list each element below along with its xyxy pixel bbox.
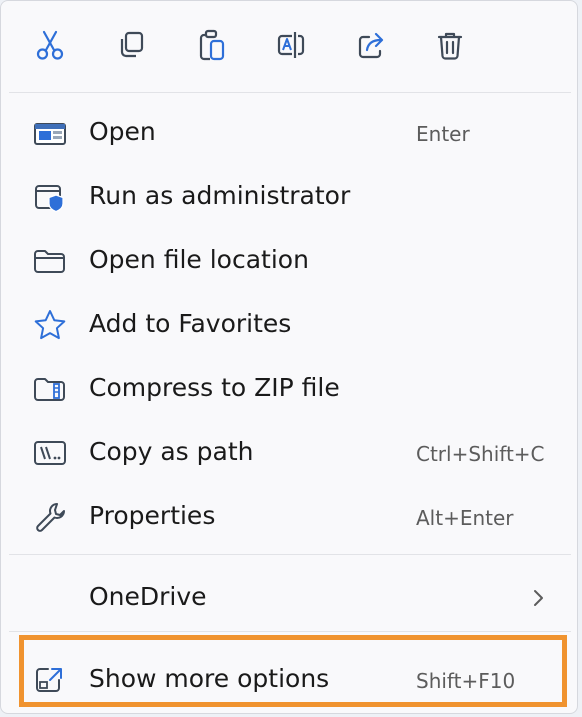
menu-item-run-as-administrator[interactable]: Run as administrator xyxy=(1,167,579,225)
menu-item-label: Run as administrator xyxy=(89,181,351,210)
menu-divider xyxy=(9,631,571,632)
menu-item-copy-as-path[interactable]: Copy as path Ctrl+Shift+C xyxy=(1,423,579,481)
share-icon xyxy=(358,32,384,59)
copy-icon xyxy=(120,31,144,58)
menu-item-label: OneDrive xyxy=(89,582,207,611)
paste-button[interactable] xyxy=(188,21,236,69)
menu-item-label: Add to Favorites xyxy=(89,309,292,338)
shortcut-label: Ctrl+Shift+C xyxy=(416,442,545,466)
copy-button[interactable] xyxy=(107,21,155,69)
folder-icon xyxy=(32,244,68,278)
cut-button[interactable] xyxy=(26,21,74,69)
menu-item-label: Compress to ZIP file xyxy=(89,373,340,402)
menu-item-open[interactable]: Open Enter xyxy=(1,103,579,161)
rename-icon xyxy=(277,32,305,58)
share-button[interactable] xyxy=(347,21,395,69)
menu-item-properties[interactable]: Properties Alt+Enter xyxy=(1,487,579,545)
delete-icon xyxy=(437,32,463,60)
menu-item-add-to-favorites[interactable]: Add to Favorites xyxy=(1,295,579,353)
path-icon xyxy=(32,436,68,470)
cut-icon xyxy=(36,30,64,60)
menu-item-open-file-location[interactable]: Open file location xyxy=(1,231,579,289)
delete-button[interactable] xyxy=(426,21,474,69)
quick-actions-toolbar xyxy=(1,1,579,91)
menu-item-onedrive[interactable]: OneDrive xyxy=(1,568,579,626)
menu-item-label: Properties xyxy=(89,501,216,530)
star-icon xyxy=(32,308,68,342)
admin-shield-icon xyxy=(32,180,68,214)
highlight-box xyxy=(19,635,567,707)
menu-divider xyxy=(9,554,571,555)
context-menu: Open Enter Run as administrator Open fil… xyxy=(0,0,578,714)
menu-item-label: Copy as path xyxy=(89,437,254,466)
shortcut-label: Enter xyxy=(416,122,470,146)
menu-item-label: Open file location xyxy=(89,245,309,274)
chevron-right-icon xyxy=(529,586,549,610)
wrench-icon xyxy=(32,500,68,534)
rename-button[interactable] xyxy=(267,21,315,69)
zip-folder-icon xyxy=(32,372,68,406)
menu-item-compress-to-zip[interactable]: Compress to ZIP file xyxy=(1,359,579,417)
shortcut-label: Alt+Enter xyxy=(416,506,514,530)
menu-item-label: Open xyxy=(89,117,156,146)
paste-icon xyxy=(199,29,225,61)
toolbar-divider xyxy=(9,92,571,93)
app-window-icon xyxy=(32,116,68,150)
